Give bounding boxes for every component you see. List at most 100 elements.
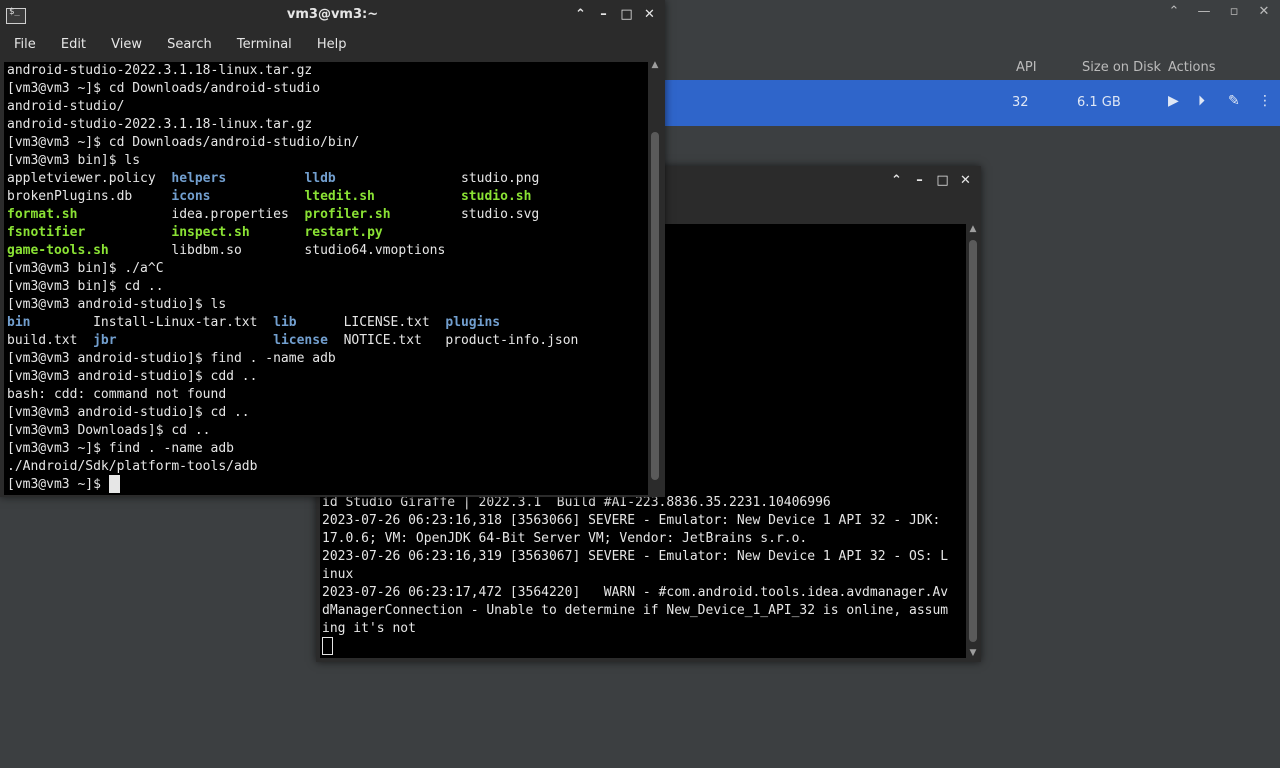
executable-name: profiler.sh — [304, 207, 391, 222]
column-header-api[interactable]: API — [1016, 60, 1037, 75]
menu-view[interactable]: View — [111, 37, 142, 52]
maximize-icon[interactable]: □ — [935, 173, 950, 188]
line-text: android-studio/ — [7, 99, 125, 114]
menu-search[interactable]: Search — [167, 37, 212, 52]
terminal-line: [vm3@vm3 ~]$ find . -name adb — [7, 440, 650, 458]
log-line: dManagerConnection - Unable to determine… — [322, 603, 949, 618]
terminal-line: [vm3@vm3 android-studio]$ cd .. — [7, 404, 650, 422]
line-text: [vm3@vm3 android-studio]$ cdd .. — [7, 369, 258, 384]
main-terminal-titlebar[interactable]: $_ vm3@vm3:~ ⌃ – □ ✕ — [0, 0, 665, 32]
log-line: 2023-07-26 06:23:16,319 [3563067] SEVERE… — [322, 549, 949, 564]
launch-icon[interactable]: ▶ — [1168, 93, 1179, 109]
terminal-line: ./Android/Sdk/platform-tools/adb — [7, 458, 650, 476]
directory-name: bin — [7, 315, 31, 330]
main-terminal-output[interactable]: android-studio-2022.3.1.18-linux.tar.gz [… — [4, 62, 650, 495]
line-text: Install-Linux-tar.txt — [30, 315, 274, 330]
line-text: [vm3@vm3 ~]$ — [7, 477, 109, 492]
menu-edit[interactable]: Edit — [61, 37, 86, 52]
menu-help[interactable]: Help — [317, 37, 347, 52]
terminal-line: [vm3@vm3 android-studio]$ ls — [7, 296, 650, 314]
terminal-line: format.sh idea.properties profiler.sh st… — [7, 206, 650, 224]
line-text — [85, 225, 171, 240]
text-cursor — [322, 636, 333, 655]
line-text — [336, 171, 461, 186]
terminal-line: brokenPlugins.db icons ltedit.sh studio.… — [7, 188, 650, 206]
directory-name: lib — [273, 315, 297, 330]
collapse-icon[interactable]: ⌃ — [573, 7, 588, 22]
minimize-icon[interactable]: – — [596, 7, 611, 22]
executable-name: ltedit.sh — [304, 189, 375, 204]
close-icon[interactable]: ✕ — [642, 7, 657, 22]
prompt-line — [322, 636, 968, 656]
directory-name: plugins — [445, 315, 501, 330]
terminal-line: [vm3@vm3 bin]$ ls — [7, 152, 650, 170]
terminal-line: [vm3@vm3 ~]$ — [7, 474, 650, 494]
line-text: NOTICE.txt product-info.json — [327, 333, 579, 348]
line-text: [vm3@vm3 ~]$ cd Downloads/android-studio — [7, 81, 321, 96]
line-text: bash: cdd: command not found — [7, 387, 227, 402]
line-text: [vm3@vm3 ~]$ cd Downloads/android-studio… — [7, 135, 360, 150]
line-text: build.txt — [7, 333, 94, 348]
menu-terminal[interactable]: Terminal — [237, 37, 292, 52]
line-text — [250, 225, 305, 240]
window-title: vm3@vm3:~ — [286, 7, 379, 22]
log-line: 17.0.6; VM: OpenJDK 64-Bit Server VM; Ve… — [322, 531, 808, 546]
line-text: [vm3@vm3 android-studio]$ find . -name a… — [7, 351, 336, 366]
line-text: [vm3@vm3 android-studio]$ ls — [7, 297, 227, 312]
menu-bar: File Edit View Search Terminal Help — [0, 32, 665, 58]
line-text: brokenPlugins.db — [7, 189, 172, 204]
scroll-up-icon[interactable]: ▲ — [648, 60, 662, 70]
restore-icon[interactable]: ▫ — [1226, 4, 1242, 19]
column-header-size[interactable]: Size on Disk — [1082, 60, 1161, 75]
executable-name: restart.py — [304, 225, 383, 240]
line-text: studio.svg — [390, 207, 540, 222]
line-text: [vm3@vm3 bin]$ cd .. — [7, 279, 164, 294]
line-text: ./Android/Sdk/platform-tools/adb — [7, 459, 258, 474]
terminal-line: [vm3@vm3 Downloads]$ cd .. — [7, 422, 650, 440]
terminal-line: [vm3@vm3 bin]$ cd .. — [7, 278, 650, 296]
terminal-line: bash: cdd: command not found — [7, 386, 650, 404]
terminal-line: [vm3@vm3 ~]$ cd Downloads/android-studio — [7, 80, 650, 98]
device-size: 6.1 GB — [1077, 95, 1121, 110]
terminal-line: [vm3@vm3 android-studio]$ cdd .. — [7, 368, 650, 386]
minimize-icon[interactable]: – — [912, 173, 927, 188]
terminal-line: android-studio-2022.3.1.18-linux.tar.gz — [7, 116, 650, 134]
terminal-line: fsnotifier inspect.sh restart.py — [7, 224, 650, 242]
log-line: 2023-07-26 06:23:16,318 [3563066] SEVERE… — [322, 513, 941, 528]
executable-name: studio.sh — [460, 189, 532, 204]
scrollbar-thumb[interactable] — [969, 240, 977, 642]
terminal-line: [vm3@vm3 bin]$ ./a^C — [7, 260, 650, 278]
terminal-line: build.txt jbr license NOTICE.txt product… — [7, 332, 650, 350]
minimize-icon[interactable]: — — [1196, 4, 1212, 19]
line-text: appletviewer.policy — [7, 171, 172, 186]
more-icon[interactable]: ⋮ — [1258, 93, 1272, 109]
cold-boot-icon[interactable]: ⏵ — [1198, 93, 1205, 109]
terminal-line: [vm3@vm3 android-studio]$ find . -name a… — [7, 350, 650, 368]
executable-name: inspect.sh — [171, 225, 250, 240]
line-text: [vm3@vm3 Downloads]$ cd .. — [7, 423, 211, 438]
line-text: studio.png — [461, 171, 540, 186]
line-text: LICENSE.txt — [296, 315, 446, 330]
log-terminal-controls: ⌃ – □ ✕ — [889, 173, 973, 188]
log-terminal-scrollbar[interactable]: ▲ ▼ — [966, 224, 980, 658]
directory-name: license — [273, 333, 328, 348]
collapse-icon[interactable]: ⌃ — [1166, 4, 1182, 19]
close-icon[interactable]: ✕ — [1256, 4, 1272, 19]
scroll-up-icon[interactable]: ▲ — [966, 224, 980, 234]
terminal-line: bin Install-Linux-tar.txt lib LICENSE.tx… — [7, 314, 650, 332]
close-icon[interactable]: ✕ — [958, 173, 973, 188]
executable-name: game-tools.sh — [7, 243, 109, 258]
log-line: inux — [322, 567, 354, 582]
scrollbar-thumb[interactable] — [651, 132, 659, 480]
scroll-down-icon[interactable]: ▼ — [966, 648, 980, 658]
directory-name: helpers — [171, 171, 227, 186]
menu-file[interactable]: File — [14, 37, 36, 52]
terminal-line: android-studio/ — [7, 98, 650, 116]
maximize-icon[interactable]: □ — [619, 7, 634, 22]
line-text — [375, 189, 461, 204]
main-terminal-scrollbar[interactable]: ▲ — [648, 58, 662, 495]
line-text — [117, 333, 274, 348]
main-terminal-controls: ⌃ – □ ✕ — [573, 7, 657, 22]
edit-icon[interactable]: ✎ — [1228, 93, 1240, 109]
collapse-icon[interactable]: ⌃ — [889, 173, 904, 188]
